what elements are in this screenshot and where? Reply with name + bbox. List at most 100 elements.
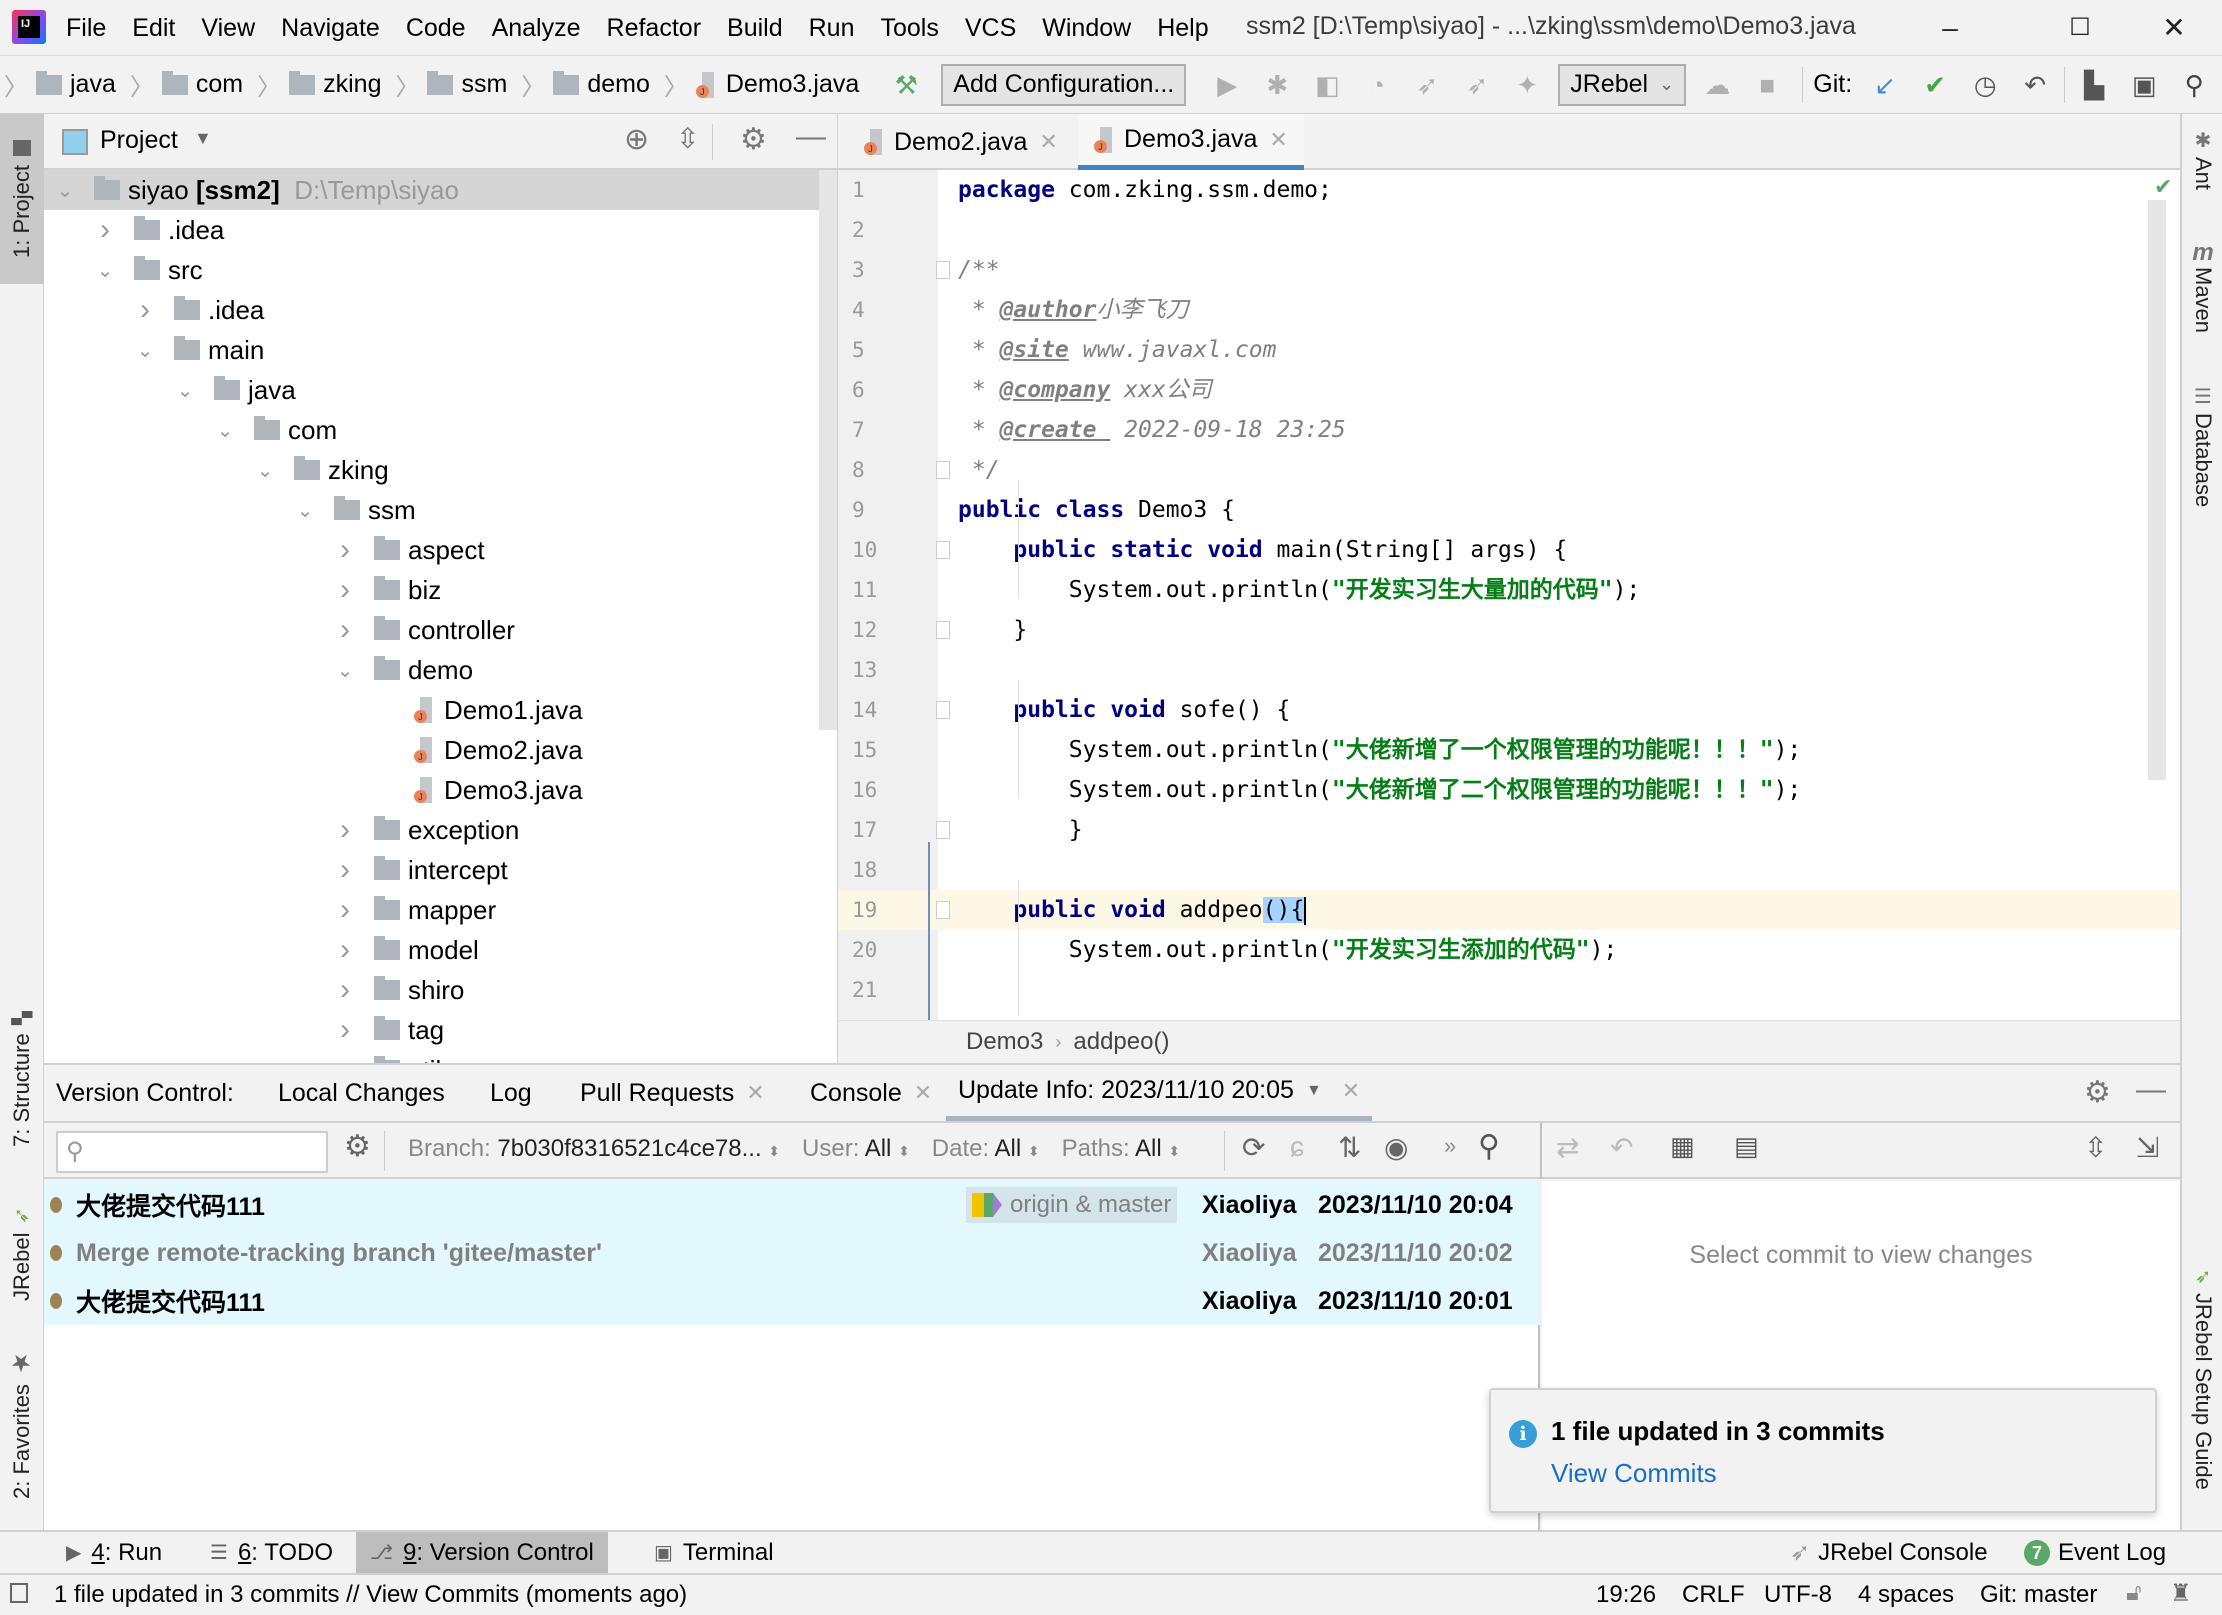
breadcrumb-method[interactable]: addpeo(): [1073, 1028, 1169, 1056]
toggle-tool-windows-icon[interactable]: [10, 1583, 28, 1603]
hide-panel-icon[interactable]: —: [2136, 1073, 2166, 1107]
revert-icon[interactable]: ↶: [1610, 1131, 1633, 1164]
tab-local-changes[interactable]: Local Changes: [278, 1065, 445, 1121]
code-line[interactable]: 4 * @author小李飞刀: [838, 290, 2180, 330]
breadcrumb-class[interactable]: Demo3: [966, 1028, 1043, 1056]
bottom-tab-terminal[interactable]: ▣ Terminal: [640, 1532, 788, 1573]
menu-tools[interactable]: Tools: [880, 14, 938, 43]
settings-gear-icon[interactable]: ⚙: [2084, 1075, 2111, 1110]
breadcrumb-item[interactable]: ssm: [427, 70, 507, 99]
close-tab-icon[interactable]: ✕: [1039, 129, 1057, 155]
tab-demo3-java[interactable]: Demo3.java ✕: [1078, 114, 1304, 170]
tree-item[interactable]: ⌄ java: [44, 370, 837, 410]
tree-item[interactable]: › shiro: [44, 970, 837, 1010]
tab-pull-requests[interactable]: Pull Requests ✕: [580, 1065, 765, 1121]
show-diff-icon[interactable]: ⇄: [1556, 1131, 1579, 1164]
paths-filter[interactable]: Paths: All ⬍: [1062, 1135, 1180, 1163]
chevron-down-icon[interactable]: ⌄: [54, 178, 76, 203]
code-line[interactable]: 16 System.out.println("大佬新增了二个权限管理的功能呢！！…: [838, 770, 2180, 810]
caret-position[interactable]: 19:26: [1596, 1581, 1656, 1609]
commit-row[interactable]: Merge remote-tracking branch 'gitee/mast…: [44, 1229, 1540, 1277]
git-commit-icon[interactable]: ✔: [1918, 68, 1952, 102]
code-line[interactable]: 18: [838, 850, 2180, 890]
date-filter[interactable]: Date: All ⬍: [932, 1135, 1040, 1163]
log-settings-gear-icon[interactable]: ⚙: [344, 1129, 371, 1164]
tree-item[interactable]: › exception: [44, 810, 837, 850]
stop-icon[interactable]: ■: [1750, 68, 1784, 102]
git-update-icon[interactable]: ↙: [1868, 68, 1902, 102]
breadcrumb-item[interactable]: zking: [289, 70, 381, 99]
code-line[interactable]: 19 public void addpeo(){: [838, 890, 2180, 930]
tree-item[interactable]: Demo3.java: [44, 770, 837, 810]
layout-icon[interactable]: ▤: [1734, 1131, 1759, 1162]
editor-scrollbar[interactable]: [2148, 200, 2166, 780]
project-scrollbar[interactable]: [819, 170, 837, 730]
commit-search-input[interactable]: ⚲: [56, 1131, 328, 1173]
chevron-down-icon[interactable]: ⌄: [174, 378, 196, 403]
menu-refactor[interactable]: Refactor: [607, 14, 701, 43]
jrebel-debug-icon[interactable]: ➶: [1460, 68, 1494, 102]
code-line[interactable]: 12 }: [838, 610, 2180, 650]
menu-build[interactable]: Build: [727, 14, 783, 43]
tool-tab-favorites[interactable]: 2: Favorites ★: [0, 1339, 44, 1509]
code-line[interactable]: 20 System.out.println("开发实习生添加的代码");: [838, 930, 2180, 970]
bird-icon[interactable]: ✦: [1510, 68, 1544, 102]
code-line[interactable]: 10 public static void main(String[] args…: [838, 530, 2180, 570]
menu-run[interactable]: Run: [809, 14, 855, 43]
tree-item[interactable]: › mapper: [44, 890, 837, 930]
tree-item[interactable]: › intercept: [44, 850, 837, 890]
breadcrumb-item[interactable]: java: [36, 70, 116, 99]
tree-item[interactable]: ⌄ src: [44, 250, 837, 290]
tool-tab-database[interactable]: ☰ Database: [2182, 384, 2222, 524]
change-marker[interactable]: [928, 842, 930, 1020]
code-line[interactable]: 7 * @create 2022-09-18 23:25: [838, 410, 2180, 450]
refresh-icon[interactable]: ⟳: [1242, 1131, 1265, 1164]
bottom-tab-versioncontrol[interactable]: ⎇ 9: Version Control: [356, 1532, 608, 1573]
jrebel-select[interactable]: JRebel ⌄: [1558, 63, 1687, 106]
tree-item[interactable]: ⌄ ssm: [44, 490, 837, 530]
close-tab-icon[interactable]: ✕: [746, 1080, 764, 1106]
menu-window[interactable]: Window: [1042, 14, 1131, 43]
tree-item[interactable]: Demo2.java: [44, 730, 837, 770]
debug-icon[interactable]: ✱: [1260, 68, 1294, 102]
dropdown-arrow-icon[interactable]: ▼: [1306, 1082, 1322, 1100]
tool-tab-project[interactable]: 1: Project: [0, 114, 44, 284]
bottom-tab-run[interactable]: ▶ 4: Run: [52, 1532, 176, 1573]
tree-item[interactable]: ⌄ demo: [44, 650, 837, 690]
chevron-right-icon[interactable]: ›: [334, 813, 356, 847]
close-tab-icon[interactable]: ✕: [1269, 127, 1287, 153]
commit-row[interactable]: 大佬提交代码111 Xiaoliya 2023/11/10 20:01: [44, 1277, 1540, 1325]
tree-item[interactable]: › model: [44, 930, 837, 970]
menu-code[interactable]: Code: [406, 14, 466, 43]
chevron-right-icon[interactable]: ›: [334, 1013, 356, 1047]
view-commits-link[interactable]: View Commits: [1551, 1458, 1717, 1489]
tree-item[interactable]: › biz: [44, 570, 837, 610]
breadcrumb-item[interactable]: com: [161, 70, 243, 99]
code-area[interactable]: 1 package com.zking.ssm.demo; 2 3 /** 4 * @au…: [838, 170, 2180, 1020]
close-tab-icon[interactable]: ✕: [914, 1080, 932, 1106]
code-line[interactable]: 5 * @site www.javaxl.com: [838, 330, 2180, 370]
tool-tab-jrebel[interactable]: JRebel ➶: [0, 1189, 44, 1319]
chevron-right-icon[interactable]: ›: [334, 573, 356, 607]
build-hammer-icon[interactable]: ⚒: [889, 68, 923, 102]
chevron-right-icon[interactable]: ›: [134, 293, 156, 327]
chevron-right-icon[interactable]: ›: [94, 213, 116, 247]
fold-marker-icon[interactable]: [936, 461, 950, 479]
project-view-selector[interactable]: Project: [100, 126, 178, 155]
code-line[interactable]: 21: [838, 970, 2180, 1010]
commit-search-field[interactable]: [98, 1137, 318, 1167]
tree-item[interactable]: › tag: [44, 1010, 837, 1050]
jrebel-console-button[interactable]: ➶ JRebel Console: [1776, 1532, 2002, 1573]
run-anything-icon[interactable]: ▣: [2127, 68, 2161, 102]
fold-marker-icon[interactable]: [936, 621, 950, 639]
tree-item[interactable]: › .idea: [44, 290, 837, 330]
collapse-all-icon[interactable]: ⇳: [676, 122, 699, 155]
group-by-icon[interactable]: ▦: [1670, 1131, 1695, 1162]
collapse-all-icon[interactable]: ⇲: [2136, 1131, 2159, 1164]
fold-marker-icon[interactable]: [936, 901, 950, 919]
chevron-right-icon[interactable]: ›: [334, 533, 356, 567]
line-separator[interactable]: CRLF: [1682, 1581, 1745, 1609]
chevron-down-icon[interactable]: ⌄: [294, 498, 316, 523]
menu-navigate[interactable]: Navigate: [281, 14, 380, 43]
tree-item[interactable]: ⌄ zking: [44, 450, 837, 490]
